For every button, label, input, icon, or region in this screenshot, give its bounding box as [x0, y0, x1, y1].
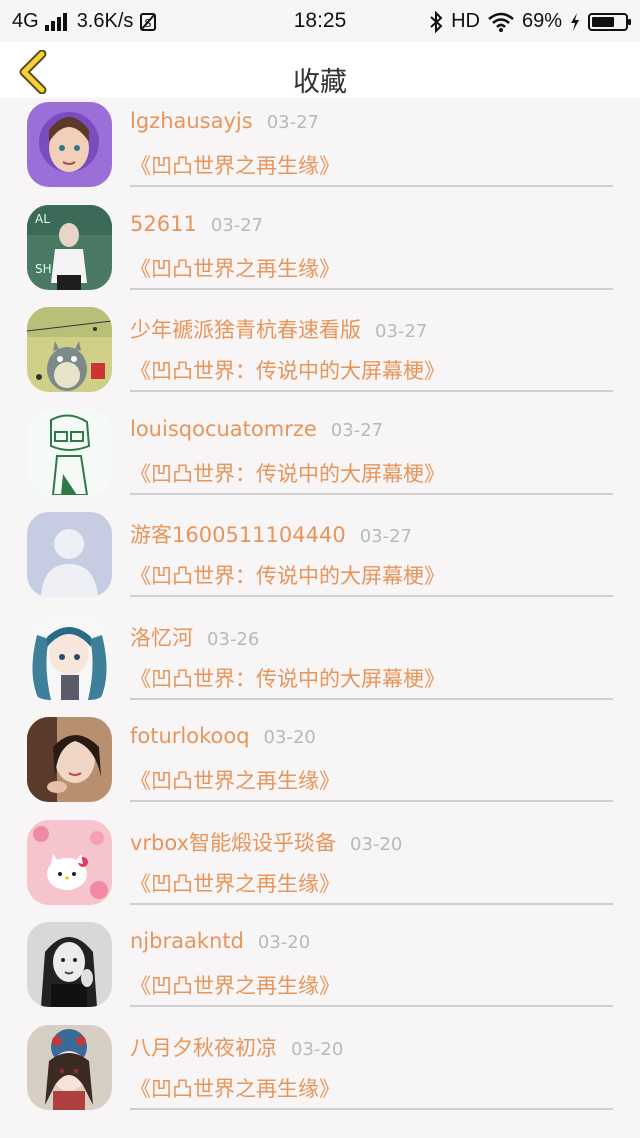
- username[interactable]: njbraakntd: [130, 929, 244, 953]
- list-item[interactable]: lgzhausayjs 03-27 《凹凸世界之再生缘》: [0, 98, 640, 201]
- user-line: 洛忆河 03-26: [130, 622, 259, 652]
- charging-icon: [571, 12, 579, 31]
- avatar-default-placeholder: [27, 512, 112, 597]
- list-item[interactable]: 洛忆河 03-26 《凹凸世界：传说中的大屏幕梗》: [0, 611, 640, 714]
- date: 03-27: [210, 214, 264, 236]
- date: 03-26: [207, 628, 260, 650]
- avatar[interactable]: [27, 1024, 112, 1110]
- nav-bar: 收藏: [0, 42, 640, 98]
- avatar[interactable]: [27, 307, 112, 392]
- divider: [130, 1005, 613, 1007]
- status-bar: 4G 3.6K/s S 18:25 HD 69%: [0, 0, 640, 42]
- favorites-list: lgzhausayjs 03-27 《凹凸世界之再生缘》 AL SH 52611 03-27…: [0, 98, 640, 1123]
- user-line: 52611 03-27: [130, 212, 263, 236]
- list-item[interactable]: vrbox智能煅设乎琰备 03-20 《凹凸世界之再生缘》: [0, 816, 640, 919]
- user-line: 八月夕秋夜初凉 03-20: [130, 1032, 343, 1062]
- user-line: 游客1600511104440 03-27: [130, 519, 412, 549]
- work-title[interactable]: 《凹凸世界：传说中的大屏幕梗》: [130, 560, 445, 590]
- username[interactable]: louisqocuatomrze: [130, 417, 317, 441]
- divider: [130, 595, 613, 597]
- avatar[interactable]: [27, 102, 112, 187]
- svg-text:AL: AL: [35, 212, 50, 226]
- avatar-bw-girl: [27, 922, 112, 1007]
- username[interactable]: foturlokooq: [130, 724, 250, 748]
- avatar-girl-green-wall: AL SH: [27, 204, 112, 290]
- user-line: louisqocuatomrze 03-27: [130, 417, 383, 441]
- list-item[interactable]: foturlokooq 03-20 《凹凸世界之再生缘》: [0, 713, 640, 816]
- date: 03-27: [266, 112, 320, 133]
- username[interactable]: 游客1600511104440: [130, 523, 346, 547]
- battery-fill: [592, 16, 615, 27]
- avatar-green-sketch-boy: [27, 409, 112, 495]
- divider: [130, 492, 613, 495]
- divider: [130, 902, 613, 905]
- work-title[interactable]: 《凹凸世界之再生缘》: [130, 970, 340, 1000]
- date: 03-27: [359, 526, 413, 547]
- date: 03-20: [263, 727, 316, 748]
- work-title[interactable]: 《凹凸世界之再生缘》: [130, 868, 340, 898]
- divider: [130, 800, 613, 802]
- list-item[interactable]: louisqocuatomrze 03-27 《凹凸世界：传说中的大屏幕梗》: [0, 406, 640, 509]
- user-line: 少年褫派猞青杭春速看版 03-27: [130, 314, 427, 344]
- date: 03-20: [291, 1038, 344, 1060]
- list-item[interactable]: njbraakntd 03-20 《凹凸世界之再生缘》: [0, 918, 640, 1021]
- date: 03-20: [350, 833, 403, 855]
- hd-indicator: HD: [451, 10, 480, 32]
- avatar[interactable]: [27, 614, 112, 700]
- status-right: HD 69%: [429, 10, 631, 33]
- list-item[interactable]: 游客1600511104440 03-27 《凹凸世界：传说中的大屏幕梗》: [0, 508, 640, 611]
- username[interactable]: lgzhausayjs: [130, 109, 253, 133]
- username[interactable]: vrbox智能煅设乎琰备: [130, 831, 336, 855]
- work-title[interactable]: 《凹凸世界：传说中的大屏幕梗》: [130, 458, 445, 488]
- work-title[interactable]: 《凹凸世界之再生缘》: [130, 765, 340, 795]
- username[interactable]: 少年褫派猞青杭春速看版: [130, 318, 361, 342]
- username[interactable]: 52611: [130, 212, 197, 236]
- avatar-anime-girl-purple-hood: [27, 102, 112, 187]
- avatar[interactable]: [27, 922, 112, 1007]
- date: 03-27: [330, 419, 384, 441]
- avatar[interactable]: [27, 409, 112, 495]
- divider: [130, 390, 613, 392]
- list-item[interactable]: AL SH 52611 03-27 《凹凸世界之再生缘》: [0, 201, 640, 304]
- user-line: vrbox智能煅设乎琰备 03-20: [130, 827, 402, 857]
- work-title[interactable]: 《凹凸世界之再生缘》: [130, 1073, 340, 1103]
- avatar-miku: [27, 614, 112, 700]
- date: 03-27: [375, 321, 428, 342]
- svg-text:SH: SH: [35, 262, 52, 276]
- wifi-icon: [488, 12, 514, 32]
- work-title[interactable]: 《凹凸世界之再生缘》: [130, 253, 340, 283]
- date: 03-20: [257, 932, 311, 953]
- work-title[interactable]: 《凹凸世界：传说中的大屏幕梗》: [130, 663, 445, 693]
- user-line: foturlokooq 03-20: [130, 724, 316, 748]
- avatar[interactable]: [27, 717, 112, 802]
- work-title[interactable]: 《凹凸世界之再生缘》: [130, 150, 340, 180]
- battery-icon: [588, 12, 631, 31]
- avatar-totoro: [27, 307, 112, 392]
- avatar[interactable]: AL SH: [27, 204, 112, 290]
- user-line: lgzhausayjs 03-27: [130, 109, 319, 133]
- bluetooth-icon: [430, 10, 443, 33]
- list-item[interactable]: 八月夕秋夜初凉 03-20 《凹凸世界之再生缘》: [0, 1021, 640, 1124]
- divider: [130, 697, 613, 700]
- battery-percent: 69%: [521, 10, 562, 32]
- avatar[interactable]: [27, 819, 112, 905]
- avatar-hello-kitty: [27, 819, 112, 905]
- avatar[interactable]: [27, 512, 112, 597]
- username[interactable]: 八月夕秋夜初凉: [130, 1036, 277, 1060]
- user-line: njbraakntd 03-20: [130, 929, 310, 953]
- list-item[interactable]: 少年褫派猞青杭春速看版 03-27 《凹凸世界：传说中的大屏幕梗》: [0, 303, 640, 406]
- avatar-girl-photo: [27, 717, 112, 802]
- divider: [130, 1107, 613, 1110]
- username[interactable]: 洛忆河: [130, 626, 193, 650]
- page-title: 收藏: [293, 67, 347, 98]
- divider: [130, 185, 613, 187]
- avatar-anime-girl-ornate: [27, 1024, 112, 1110]
- divider: [130, 287, 613, 290]
- work-title[interactable]: 《凹凸世界：传说中的大屏幕梗》: [130, 355, 445, 385]
